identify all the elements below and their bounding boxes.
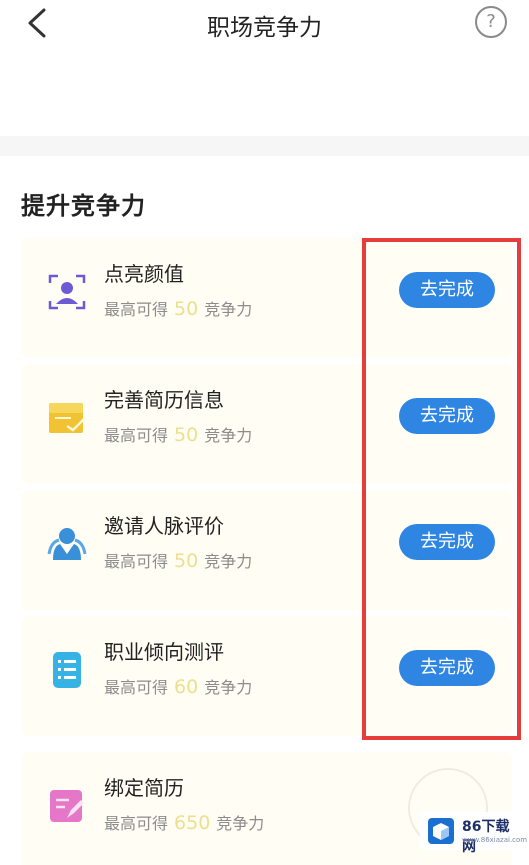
task-name: 完善简历信息 (104, 388, 224, 412)
task-name: 点亮颜值 (104, 262, 184, 286)
reward-suffix: 竞争力 (204, 678, 253, 697)
task-card-resume: 完善简历信息 最高可得 50 竞争力 去完成 (22, 364, 512, 484)
reward-suffix: 竞争力 (216, 814, 265, 833)
complete-button[interactable]: 去完成 (399, 650, 495, 686)
reward-points: 650 (174, 812, 211, 834)
task-reward: 最高可得 50 竞争力 (104, 422, 252, 446)
cube-logo-icon (428, 818, 454, 844)
resume-edit-icon (49, 403, 86, 433)
task-card-career-test: 职业倾向测评 最高可得 60 竞争力 去完成 (22, 616, 512, 736)
portrait-icon (48, 274, 86, 310)
reward-suffix: 竞争力 (204, 552, 253, 571)
task-reward: 最高可得 60 竞争力 (104, 674, 252, 698)
task-name: 绑定简历 (104, 776, 184, 800)
task-reward: 最高可得 50 竞争力 (104, 296, 252, 320)
reward-suffix: 竞争力 (204, 300, 253, 319)
reward-prefix: 最高可得 (104, 300, 169, 319)
complete-button[interactable]: 去完成 (399, 524, 495, 560)
reward-points: 60 (174, 676, 199, 698)
reward-prefix: 最高可得 (104, 814, 169, 833)
reward-points: 50 (174, 424, 199, 446)
reward-suffix: 竞争力 (204, 426, 253, 445)
page-title: 职场竞争力 (207, 15, 322, 41)
complete-button[interactable]: 去完成 (399, 398, 495, 434)
task-name: 邀请人脉评价 (104, 514, 224, 538)
reward-prefix: 最高可得 (104, 678, 169, 697)
task-reward: 最高可得 650 竞争力 (104, 810, 264, 834)
people-icon (47, 528, 87, 560)
watermark: 86下载网 www.86xiazai.com (420, 812, 527, 855)
top-bar: 职场竞争力 ? (0, 0, 529, 46)
bind-resume-icon (50, 790, 84, 822)
task-name: 职业倾向测评 (104, 640, 224, 664)
task-card-photo: 点亮颜值 最高可得 50 竞争力 去完成 (22, 238, 512, 358)
task-reward: 最高可得 50 竞争力 (104, 548, 252, 572)
task-card-network: 邀请人脉评价 最高可得 50 竞争力 去完成 (22, 490, 512, 610)
section-title: 提升竞争力 (21, 192, 146, 220)
watermark-url: www.86xiazai.com (462, 836, 528, 844)
complete-button[interactable]: 去完成 (399, 272, 495, 308)
reward-points: 50 (174, 550, 199, 572)
reward-prefix: 最高可得 (104, 426, 169, 445)
list-icon (53, 652, 81, 688)
reward-prefix: 最高可得 (104, 552, 169, 571)
help-icon[interactable]: ? (475, 6, 507, 38)
reward-points: 50 (174, 298, 199, 320)
section-divider (0, 136, 529, 156)
